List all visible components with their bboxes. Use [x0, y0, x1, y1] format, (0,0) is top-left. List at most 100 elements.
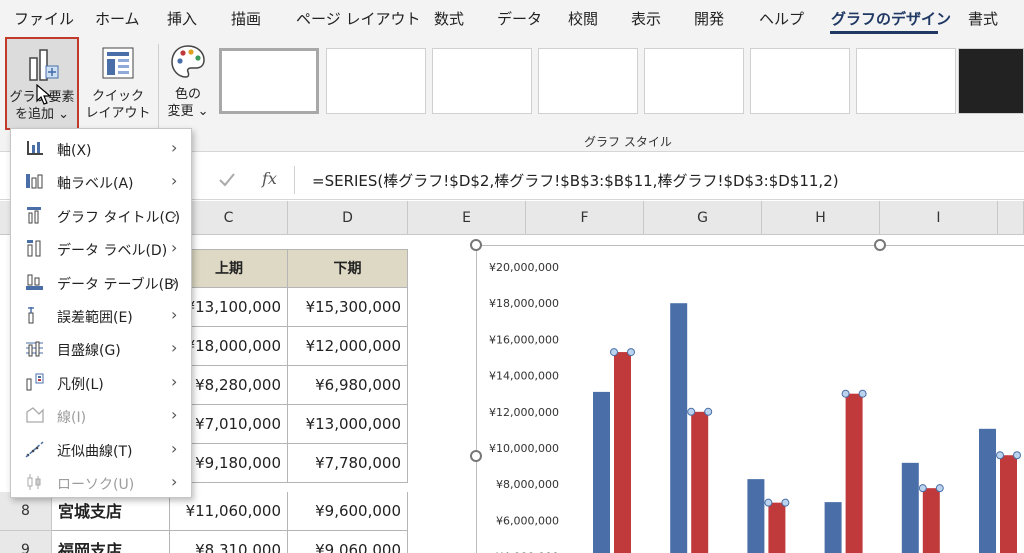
- tab-data[interactable]: データ: [497, 8, 542, 29]
- y-axis-tick-label: ¥18,000,000: [489, 297, 559, 310]
- column-header-g[interactable]: G: [644, 201, 762, 235]
- column-header-e[interactable]: E: [408, 201, 526, 235]
- chart-style-1[interactable]: [219, 48, 319, 114]
- axis-icon: [25, 139, 45, 157]
- cell-d8[interactable]: ¥9,600,000: [288, 492, 408, 531]
- cell-header-second-half[interactable]: 下期: [288, 249, 408, 288]
- y-axis-tick-label: ¥10,000,000: [489, 442, 559, 455]
- legend-icon: [25, 373, 45, 391]
- tab-format[interactable]: 書式: [968, 8, 998, 29]
- cell-d5[interactable]: ¥6,980,000: [288, 366, 408, 405]
- tab-review[interactable]: 校閲: [568, 8, 598, 29]
- menu-item-chart-title[interactable]: グラフ タイトル(C) ›: [11, 199, 191, 232]
- submenu-arrow-icon: ›: [171, 171, 178, 191]
- chart-area[interactable]: ¥20,000,000 ¥18,000,000 ¥16,000,000 ¥14,000…: [476, 245, 1024, 553]
- tab-draw[interactable]: 描画: [231, 8, 261, 29]
- series-selection-handle: [918, 484, 927, 493]
- tab-view[interactable]: 表示: [631, 8, 661, 29]
- menu-item-error-bars[interactable]: 誤差範囲(E) ›: [11, 299, 191, 332]
- tab-file[interactable]: ファイル: [14, 8, 74, 29]
- change-colors-button[interactable]: 色の 変更 ⌄: [162, 40, 214, 130]
- column-header-h[interactable]: H: [762, 201, 880, 235]
- tab-home[interactable]: ホーム: [95, 8, 140, 29]
- bar-series-2-category-2[interactable]: [691, 411, 709, 553]
- formula-bar-divider: [294, 166, 295, 194]
- series-selection-handle: [858, 389, 867, 398]
- menu-item-updown-bars: ローソク(U) ›: [11, 466, 191, 499]
- menu-item-axis[interactable]: 軸(X) ›: [11, 132, 191, 165]
- row-header-9[interactable]: 9: [0, 531, 52, 553]
- add-chart-element-label-2: を追加 ⌄: [14, 107, 70, 122]
- gridlines-icon: [25, 339, 45, 357]
- cell-d4[interactable]: ¥12,000,000: [288, 327, 408, 366]
- chart-style-5[interactable]: [644, 48, 744, 114]
- submenu-arrow-icon: ›: [171, 238, 178, 258]
- column-header-f[interactable]: F: [526, 201, 644, 235]
- bar-series-1-category-1[interactable]: [593, 391, 610, 553]
- quick-layout-button[interactable]: クイック レイアウト ⌄: [84, 40, 152, 138]
- y-axis-tick-label: ¥14,000,000: [489, 370, 559, 383]
- menu-item-label: 近似曲線(T): [57, 443, 133, 460]
- chart-resize-handle-left[interactable]: [470, 450, 482, 462]
- tab-insert[interactable]: 挿入: [167, 8, 197, 29]
- submenu-arrow-icon: ›: [171, 271, 178, 291]
- cell-d6[interactable]: ¥13,000,000: [288, 405, 408, 444]
- submenu-arrow-icon: ›: [171, 405, 178, 425]
- formula-input[interactable]: =SERIES(棒グラフ!$D$2,棒グラフ!$B$3:$B$11,棒グラフ!$…: [312, 170, 839, 191]
- chart-styles-group-label: グラフ スタイル: [584, 135, 672, 149]
- insert-function-icon[interactable]: fx: [262, 169, 277, 188]
- cell-c9[interactable]: ¥8,310,000: [170, 531, 288, 553]
- chart-title-icon: [25, 206, 45, 224]
- tab-formulas[interactable]: 数式: [434, 8, 464, 29]
- menu-item-label: データ テーブル(B): [57, 276, 180, 293]
- cell-b9[interactable]: 福岡支店: [52, 531, 170, 553]
- bar-series-2-category-5[interactable]: [922, 488, 940, 553]
- tab-help[interactable]: ヘルプ: [759, 8, 804, 29]
- cell-d3[interactable]: ¥15,300,000: [288, 288, 408, 327]
- chart-style-6[interactable]: [750, 48, 850, 114]
- chart-style-8[interactable]: [958, 48, 1024, 114]
- cell-d9[interactable]: ¥9,060,000: [288, 531, 408, 553]
- bar-series-1-category-3[interactable]: [747, 479, 765, 553]
- tab-chart-design[interactable]: グラフのデザイン: [831, 8, 951, 29]
- chart-style-3[interactable]: [432, 48, 532, 114]
- bar-series-1-category-6[interactable]: [979, 428, 996, 553]
- bar-series-2-category-6[interactable]: [1000, 455, 1017, 553]
- menu-item-gridlines[interactable]: 目盛線(G) ›: [11, 332, 191, 365]
- series-selection-handle: [704, 407, 713, 416]
- bar-series-2-category-3[interactable]: [768, 502, 786, 553]
- menu-item-label: 誤差範囲(E): [57, 310, 133, 326]
- bar-chart[interactable]: ¥20,000,000 ¥18,000,000 ¥16,000,000 ¥14,000…: [477, 246, 1024, 553]
- error-bars-icon: [25, 306, 45, 324]
- bar-series-1-category-4[interactable]: [824, 502, 842, 553]
- active-tab-indicator: [830, 31, 938, 34]
- enter-check-icon[interactable]: [218, 172, 236, 188]
- menu-item-label: 線(I): [57, 410, 87, 427]
- chart-resize-handle-top-left[interactable]: [470, 239, 482, 251]
- menu-item-trendline[interactable]: 近似曲線(T) ›: [11, 433, 191, 466]
- bar-series-2-category-4[interactable]: [845, 393, 863, 553]
- chart-resize-handle-top[interactable]: [874, 239, 886, 251]
- menu-item-label: グラフ タイトル(C): [57, 209, 181, 226]
- y-axis-tick-label: ¥12,000,000: [489, 406, 559, 419]
- chart-style-4[interactable]: [538, 48, 638, 114]
- menu-item-data-label[interactable]: データ ラベル(D) ›: [11, 232, 191, 265]
- menu-item-label: 凡例(L): [57, 376, 104, 393]
- menu-item-data-table[interactable]: データ テーブル(B) ›: [11, 266, 191, 299]
- chart-style-7[interactable]: [856, 48, 956, 114]
- series-selection-handle: [764, 498, 773, 507]
- column-header-d[interactable]: D: [288, 201, 408, 235]
- submenu-arrow-icon: ›: [171, 138, 178, 157]
- chart-style-2[interactable]: [326, 48, 426, 114]
- tab-page-layout[interactable]: ページ レイアウト: [296, 8, 420, 29]
- bar-series-1-category-5[interactable]: [901, 462, 919, 553]
- menu-item-legend[interactable]: 凡例(L) ›: [11, 366, 191, 399]
- menu-item-label: 軸ラベル(A): [57, 176, 134, 193]
- menu-item-axis-label[interactable]: 軸ラベル(A) ›: [11, 165, 191, 198]
- bar-series-2-category-1[interactable]: [614, 352, 631, 553]
- tab-developer[interactable]: 開発: [694, 8, 724, 29]
- column-header-i[interactable]: I: [880, 201, 998, 235]
- cell-d7[interactable]: ¥7,780,000: [288, 444, 408, 483]
- column-header-j[interactable]: [998, 201, 1024, 235]
- bar-series-1-category-2[interactable]: [670, 303, 688, 553]
